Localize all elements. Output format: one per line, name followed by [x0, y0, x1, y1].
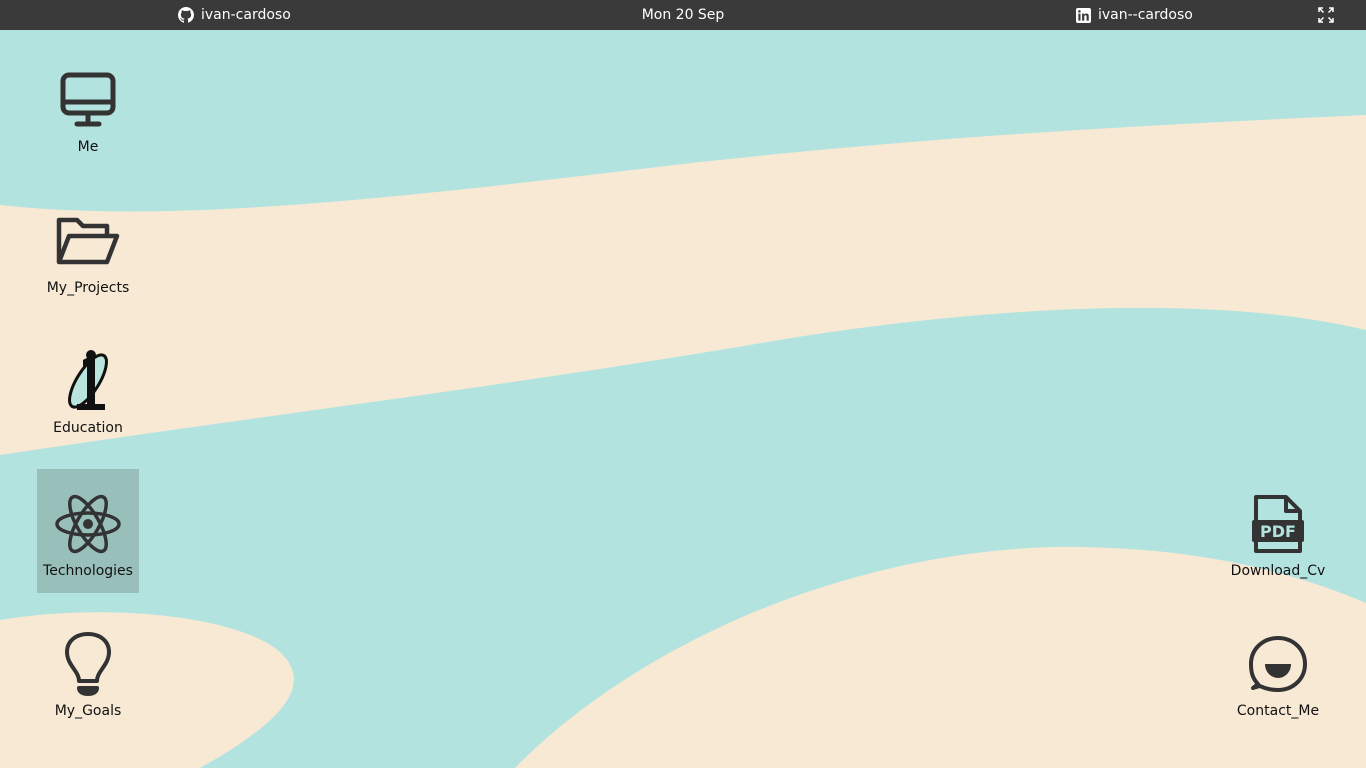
folder-open-icon	[53, 206, 123, 276]
date-text: Mon 20 Sep	[641, 7, 725, 23]
desktop-icon-label: Education	[53, 420, 123, 436]
desktop-icon-download-cv[interactable]: PDF Download_Cv	[1218, 469, 1338, 593]
linkedin-icon	[1076, 7, 1091, 23]
desktop-icon-label: Download_Cv	[1230, 563, 1326, 579]
linkedin-link[interactable]: ivan--cardoso	[1076, 0, 1193, 30]
lightbulb-icon	[53, 629, 123, 699]
wallpaper-cream-band-top	[0, 115, 1366, 455]
fullscreen-icon	[1318, 7, 1334, 23]
monitor-icon	[53, 65, 123, 135]
desktop-icon-education[interactable]: Education	[37, 326, 139, 450]
desktop-icon-my-projects[interactable]: My_Projects	[28, 186, 148, 310]
desktop-icon-my-goals[interactable]: My_Goals	[37, 609, 139, 733]
top-bar: ivan-cardoso Mon 20 Sep ivan--cardoso	[0, 0, 1366, 30]
github-username: ivan-cardoso	[201, 7, 291, 23]
desktop: ivan-cardoso Mon 20 Sep ivan--cardoso Me…	[0, 0, 1366, 768]
desktop-icon-label: My_Goals	[54, 703, 122, 719]
desktop-icon-label: Contact_Me	[1236, 703, 1320, 719]
fullscreen-button[interactable]	[1317, 0, 1335, 30]
react-atom-icon	[53, 489, 123, 559]
pdf-file-icon: PDF	[1243, 489, 1313, 559]
desktop-icon-technologies[interactable]: Technologies	[37, 469, 139, 593]
desktop-icon-contact-me[interactable]: Contact_Me	[1218, 609, 1338, 733]
education-logo-icon	[53, 346, 123, 416]
wallpaper	[0, 115, 1366, 768]
desktop-icon-label: My_Projects	[46, 280, 130, 296]
desktop-icon-me[interactable]: Me	[37, 45, 139, 169]
linkedin-username: ivan--cardoso	[1098, 7, 1193, 23]
desktop-icon-label: Technologies	[43, 563, 133, 579]
desktop-icon-label: Me	[77, 139, 99, 155]
pdf-text: PDF	[1260, 522, 1296, 541]
github-link[interactable]: ivan-cardoso	[178, 0, 291, 30]
chat-bubble-icon	[1243, 629, 1313, 699]
github-icon	[178, 7, 194, 23]
